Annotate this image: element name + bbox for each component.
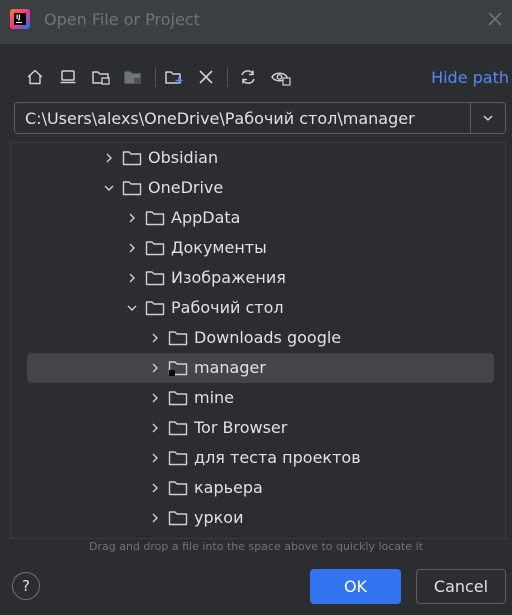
chevron-down-icon[interactable] bbox=[103, 182, 115, 194]
tree-row-label: OneDrive bbox=[148, 178, 224, 197]
tree-row-label: Downloads google bbox=[194, 328, 342, 347]
title-bar: IJ Open File or Project bbox=[0, 0, 512, 44]
folder-icon bbox=[145, 211, 165, 226]
folder-icon bbox=[168, 511, 188, 526]
chevron-right-icon[interactable] bbox=[149, 362, 161, 374]
folder-icon bbox=[145, 241, 165, 256]
tree-row[interactable]: Рабочий стол bbox=[11, 293, 495, 323]
drag-drop-hint: Drag and drop a file into the space abov… bbox=[88, 540, 424, 553]
tree-row-label: Изображения bbox=[171, 268, 286, 287]
tree-row-label: Tor Browser bbox=[194, 418, 288, 437]
chevron-right-icon[interactable] bbox=[149, 422, 161, 434]
tree-row-label: карьера bbox=[194, 478, 263, 497]
path-input[interactable]: C:\Users\alexs\OneDrive\Рабочий стол\man… bbox=[25, 109, 415, 128]
toolbar-separator bbox=[227, 67, 228, 87]
chevron-right-icon[interactable] bbox=[149, 512, 161, 524]
refresh-icon[interactable] bbox=[236, 65, 260, 89]
project-folder-icon[interactable] bbox=[89, 65, 113, 89]
chevron-right-icon[interactable] bbox=[103, 152, 115, 164]
folder-icon bbox=[145, 301, 165, 316]
chevron-right-icon[interactable] bbox=[126, 212, 138, 224]
chevron-down-icon[interactable] bbox=[126, 302, 138, 314]
chevron-right-icon[interactable] bbox=[126, 242, 138, 254]
path-history-dropdown[interactable] bbox=[470, 103, 505, 133]
show-hidden-icon[interactable] bbox=[269, 65, 293, 89]
toolbar: Hide path bbox=[0, 60, 512, 94]
chevron-down-icon bbox=[483, 115, 493, 122]
file-tree[interactable]: Obsidian OneDrive AppData Документы Изображе… bbox=[10, 142, 506, 539]
tree-row-label: для теста проектов bbox=[194, 448, 361, 467]
folder-icon bbox=[168, 481, 188, 496]
folder-icon bbox=[122, 181, 142, 196]
home-icon[interactable] bbox=[23, 65, 47, 89]
folder-icon bbox=[168, 391, 188, 406]
tree-row[interactable]: уркои bbox=[11, 503, 495, 533]
folder-icon bbox=[122, 151, 142, 166]
new-folder-icon[interactable] bbox=[162, 65, 186, 89]
folder-icon bbox=[145, 271, 165, 286]
tree-row-label: Obsidian bbox=[148, 148, 219, 167]
folder-icon bbox=[168, 421, 188, 436]
tree-row[interactable]: Документы bbox=[11, 233, 495, 263]
tree-row[interactable]: Obsidian bbox=[11, 143, 495, 173]
cancel-button[interactable]: Cancel bbox=[416, 569, 506, 604]
tree-row[interactable]: для теста проектов bbox=[11, 443, 495, 473]
window-title: Open File or Project bbox=[44, 10, 200, 29]
help-button[interactable]: ? bbox=[12, 572, 40, 600]
module-folder-icon[interactable] bbox=[121, 65, 145, 89]
close-icon[interactable] bbox=[486, 10, 504, 28]
tree-row-label: уркои bbox=[194, 508, 244, 527]
tree-row[interactable]: карьера bbox=[11, 473, 495, 503]
tree-row-label: Документы bbox=[171, 238, 267, 257]
chevron-right-icon[interactable] bbox=[149, 452, 161, 464]
ok-button[interactable]: OK bbox=[310, 569, 401, 604]
chevron-right-icon[interactable] bbox=[149, 332, 161, 344]
tree-row[interactable]: AppData bbox=[11, 203, 495, 233]
folder-icon bbox=[168, 361, 188, 376]
tree-row[interactable]: mine bbox=[11, 383, 495, 413]
intellij-logo-icon: IJ bbox=[10, 9, 30, 29]
tree-row-label: mine bbox=[194, 388, 235, 407]
desktop-icon[interactable] bbox=[56, 65, 80, 89]
chevron-right-icon[interactable] bbox=[149, 482, 161, 494]
tree-row-label: AppData bbox=[171, 208, 241, 227]
hide-path-link[interactable]: Hide path bbox=[431, 68, 509, 87]
chevron-right-icon[interactable] bbox=[126, 272, 138, 284]
tree-row-label: Рабочий стол bbox=[171, 298, 284, 317]
folder-icon bbox=[168, 451, 188, 466]
tree-row[interactable]: Downloads google bbox=[11, 323, 495, 353]
folder-icon bbox=[168, 331, 188, 346]
tree-row[interactable]: Изображения bbox=[11, 263, 495, 293]
tree-row[interactable]: manager bbox=[27, 353, 494, 383]
tree-row-label: manager bbox=[194, 358, 266, 377]
toolbar-separator bbox=[155, 67, 156, 87]
tree-row[interactable]: Tor Browser bbox=[11, 413, 495, 443]
chevron-right-icon[interactable] bbox=[149, 392, 161, 404]
delete-icon[interactable] bbox=[194, 65, 218, 89]
path-field[interactable]: C:\Users\alexs\OneDrive\Рабочий стол\man… bbox=[14, 102, 506, 134]
tree-row[interactable]: OneDrive bbox=[11, 173, 495, 203]
